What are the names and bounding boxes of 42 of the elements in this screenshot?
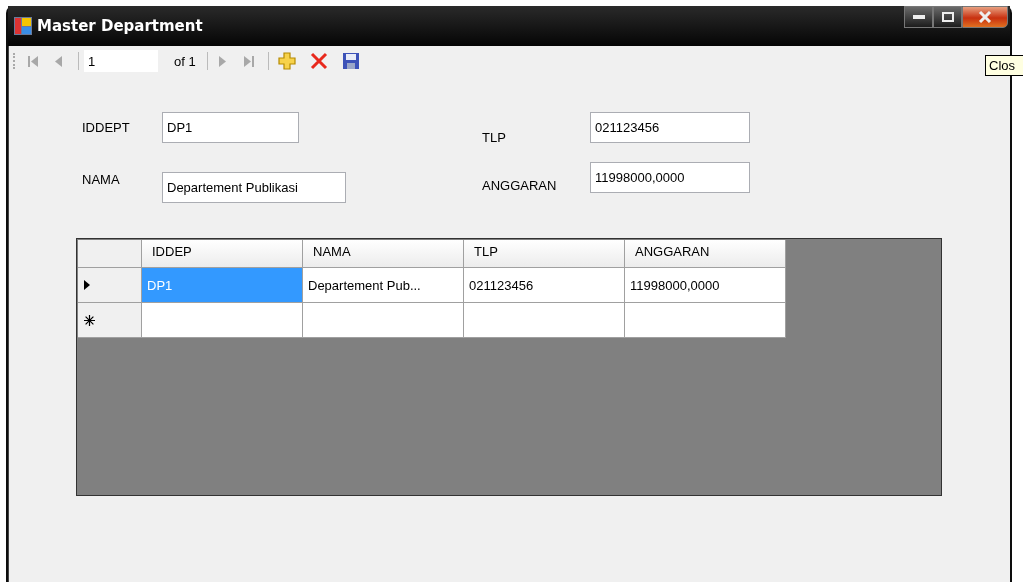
move-next-icon [216,53,229,69]
minimize-button[interactable] [904,6,933,28]
current-row-icon [84,280,90,290]
row-header[interactable] [78,268,142,303]
column-header[interactable]: IDDEP [142,240,303,268]
row-header[interactable] [78,303,142,338]
text-field[interactable]: 11998000,0000 [590,161,750,193]
maximize-button[interactable] [933,6,962,28]
column-header[interactable]: TLP [464,240,625,268]
table-cell[interactable] [142,303,303,338]
column-header[interactable]: ANGGARAN [625,240,786,268]
column-header[interactable]: NAMA [303,240,464,268]
table-cell[interactable] [625,303,786,338]
toolbar-grip [13,53,17,69]
field-label: ANGGARAN [482,177,558,193]
close-button[interactable] [962,6,1008,28]
delete-icon [309,52,328,70]
table-cell[interactable]: Departement Pub... [303,268,464,303]
tooltip: Clos [985,55,1023,76]
text-field[interactable]: 021123456 [590,111,750,143]
table-cell[interactable] [464,303,625,338]
record-count: of 1 [174,53,196,69]
field-label: NAMA [82,171,121,187]
new-row-icon [84,314,95,326]
text-field[interactable]: Departement Publikasi [162,171,346,203]
move-last-icon [242,53,255,69]
field-label: IDDEPT [82,119,131,135]
field-label: TLP [482,129,507,145]
table-cell[interactable]: 021123456 [464,268,625,303]
move-first-icon [27,53,39,69]
text-field[interactable]: DP1 [162,111,299,143]
move-previous-icon [53,53,65,69]
maximize-icon [941,12,954,22]
app-icon [14,17,32,35]
table-cell[interactable]: 11998000,0000 [625,268,786,303]
table-cell[interactable] [303,303,464,338]
header-corner [78,240,142,268]
position-field[interactable]: 1 [84,50,158,72]
window-title: Master Department [37,17,204,35]
minimize-icon [912,15,925,19]
close-icon [978,11,992,23]
plus-icon [277,52,296,70]
